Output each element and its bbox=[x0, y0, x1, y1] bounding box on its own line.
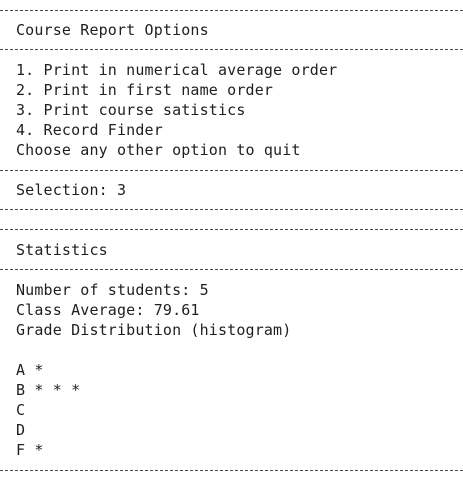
quit-prompt: Choose any other option to quit bbox=[16, 141, 301, 159]
divider bbox=[0, 209, 463, 210]
divider bbox=[0, 10, 463, 11]
selection-line: Selection: 3 bbox=[16, 181, 127, 199]
student-count: Number of students: 5 bbox=[16, 281, 209, 299]
menu-item-numerical-order: 1. Print in numerical average order bbox=[16, 61, 338, 79]
divider bbox=[0, 229, 463, 230]
report-options-title: Course Report Options bbox=[16, 21, 209, 39]
histogram-bar: * bbox=[34, 361, 44, 379]
divider bbox=[0, 49, 463, 50]
histogram-grade: D bbox=[16, 421, 26, 439]
histogram-bar: * * * bbox=[34, 381, 81, 399]
grade-distribution-label: Grade Distribution (histogram) bbox=[16, 321, 292, 339]
divider bbox=[0, 470, 463, 471]
histogram-row-a: A * bbox=[16, 360, 44, 380]
histogram-grade: C bbox=[16, 401, 26, 419]
histogram-grade: F bbox=[16, 441, 26, 459]
class-average: Class Average: 79.61 bbox=[16, 301, 200, 319]
histogram-row-d: D bbox=[16, 420, 34, 440]
menu-item-record-finder: 4. Record Finder bbox=[16, 121, 163, 139]
divider bbox=[0, 269, 463, 270]
console-output: Course Report Options 1. Print in numeri… bbox=[0, 0, 463, 481]
divider bbox=[0, 170, 463, 171]
histogram-row-f: F * bbox=[16, 440, 44, 460]
histogram-grade: B bbox=[16, 381, 26, 399]
histogram-bar: * bbox=[34, 441, 44, 459]
statistics-title: Statistics bbox=[16, 241, 108, 259]
histogram-row-b: B * * * bbox=[16, 380, 80, 400]
menu-item-course-statistics: 3. Print course satistics bbox=[16, 101, 246, 119]
menu-item-first-name-order: 2. Print in first name order bbox=[16, 81, 274, 99]
histogram-grade: A bbox=[16, 361, 26, 379]
histogram-row-c: C bbox=[16, 400, 34, 420]
